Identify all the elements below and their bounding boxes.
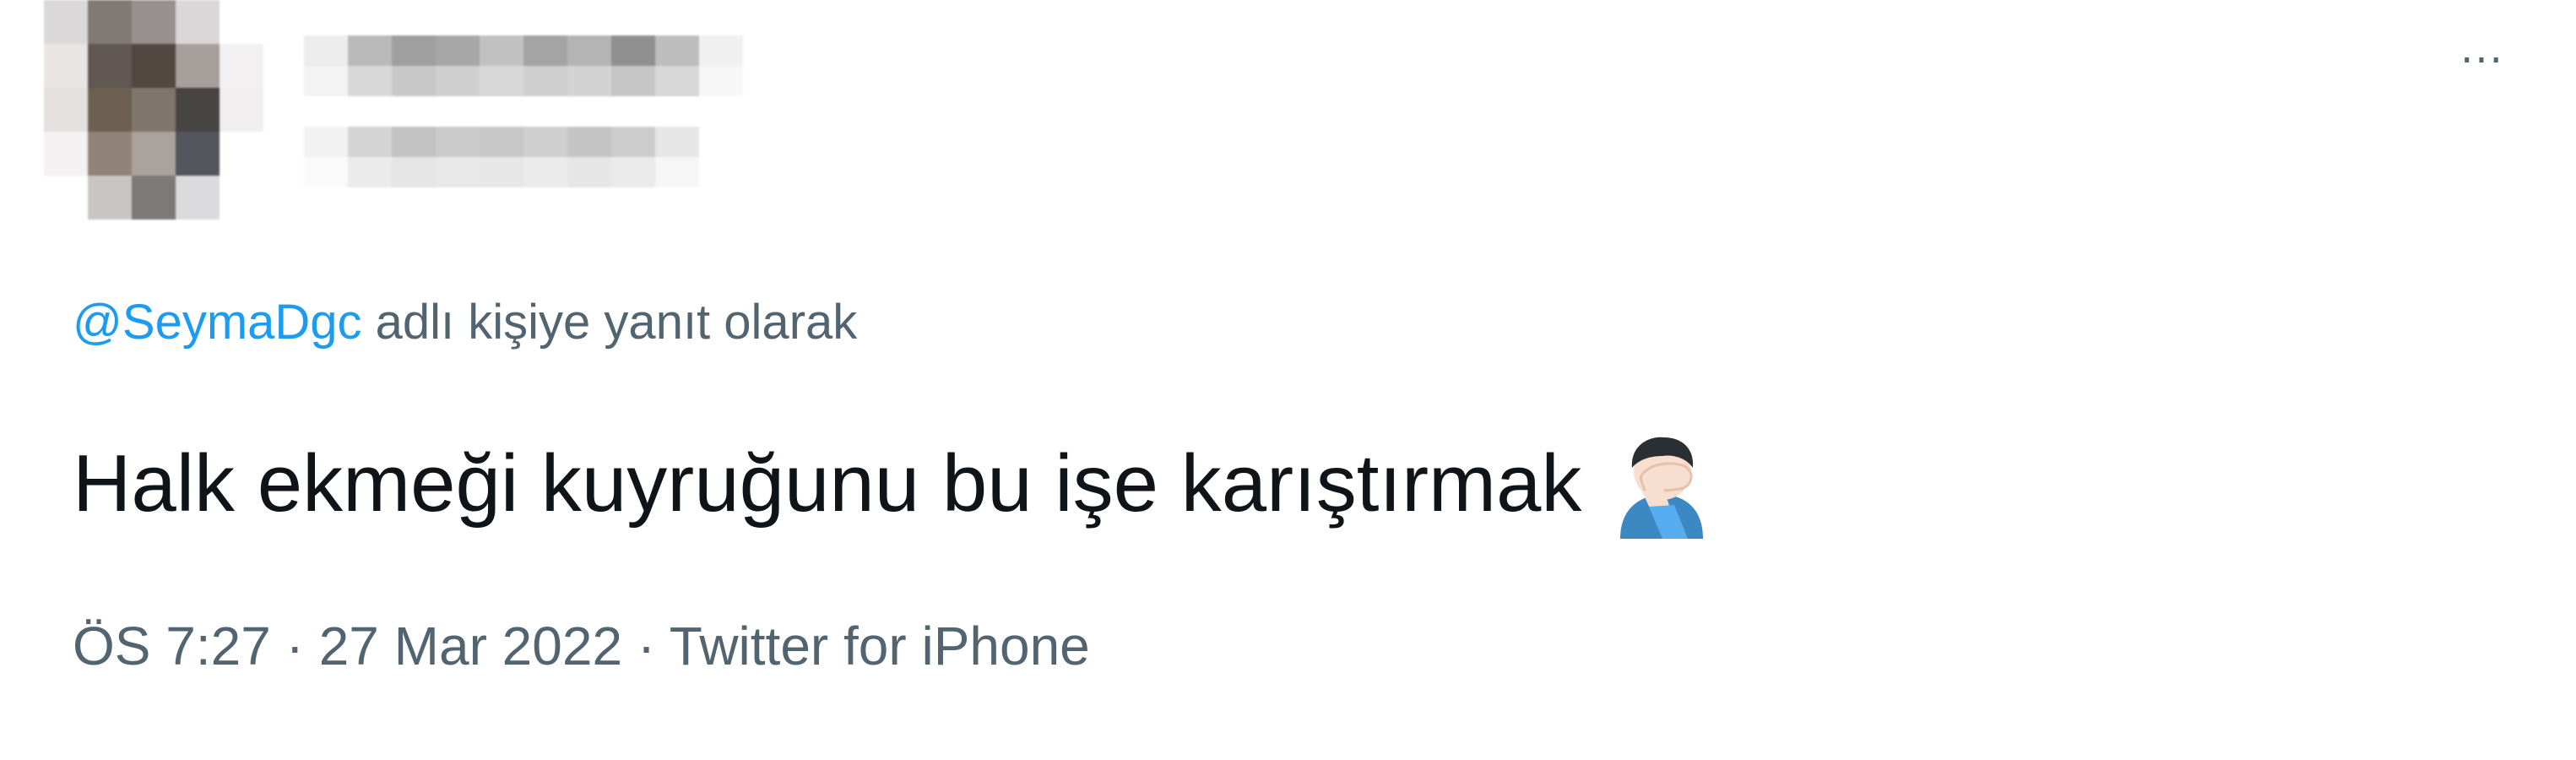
tweet-time[interactable]: ÖS 7:27 [73,616,271,676]
facepalm-icon [1612,429,1711,539]
tweet-source-link[interactable]: Twitter for iPhone [670,616,1090,676]
tweet-card: ··· @SeymaDgc adlı kişiye yanıt olarak H… [0,0,2576,760]
avatar-censored[interactable] [44,0,263,220]
tweet-metadata: ÖS 7:27 · 27 Mar 2022 · Twitter for iPho… [73,615,1090,677]
display-name-censored[interactable] [304,35,743,96]
more-options-button[interactable]: ··· [2432,34,2533,88]
more-icon: ··· [2460,37,2504,84]
username-censored[interactable] [304,127,699,187]
reply-context-label: adlı kişiye yanıt olarak [361,295,858,350]
tweet-date[interactable]: 27 Mar 2022 [319,616,622,676]
meta-separator: · [622,616,670,676]
tweet-body: Halk ekmeği kuyruğunu bu işe karıştırmak [73,429,1711,539]
meta-separator: · [270,616,319,676]
reply-context: @SeymaDgc adlı kişiye yanıt olarak [73,294,857,350]
tweet-text: Halk ekmeği kuyruğunu bu işe karıştırmak [73,438,1582,529]
reply-mention-link[interactable]: @SeymaDgc [73,295,362,350]
